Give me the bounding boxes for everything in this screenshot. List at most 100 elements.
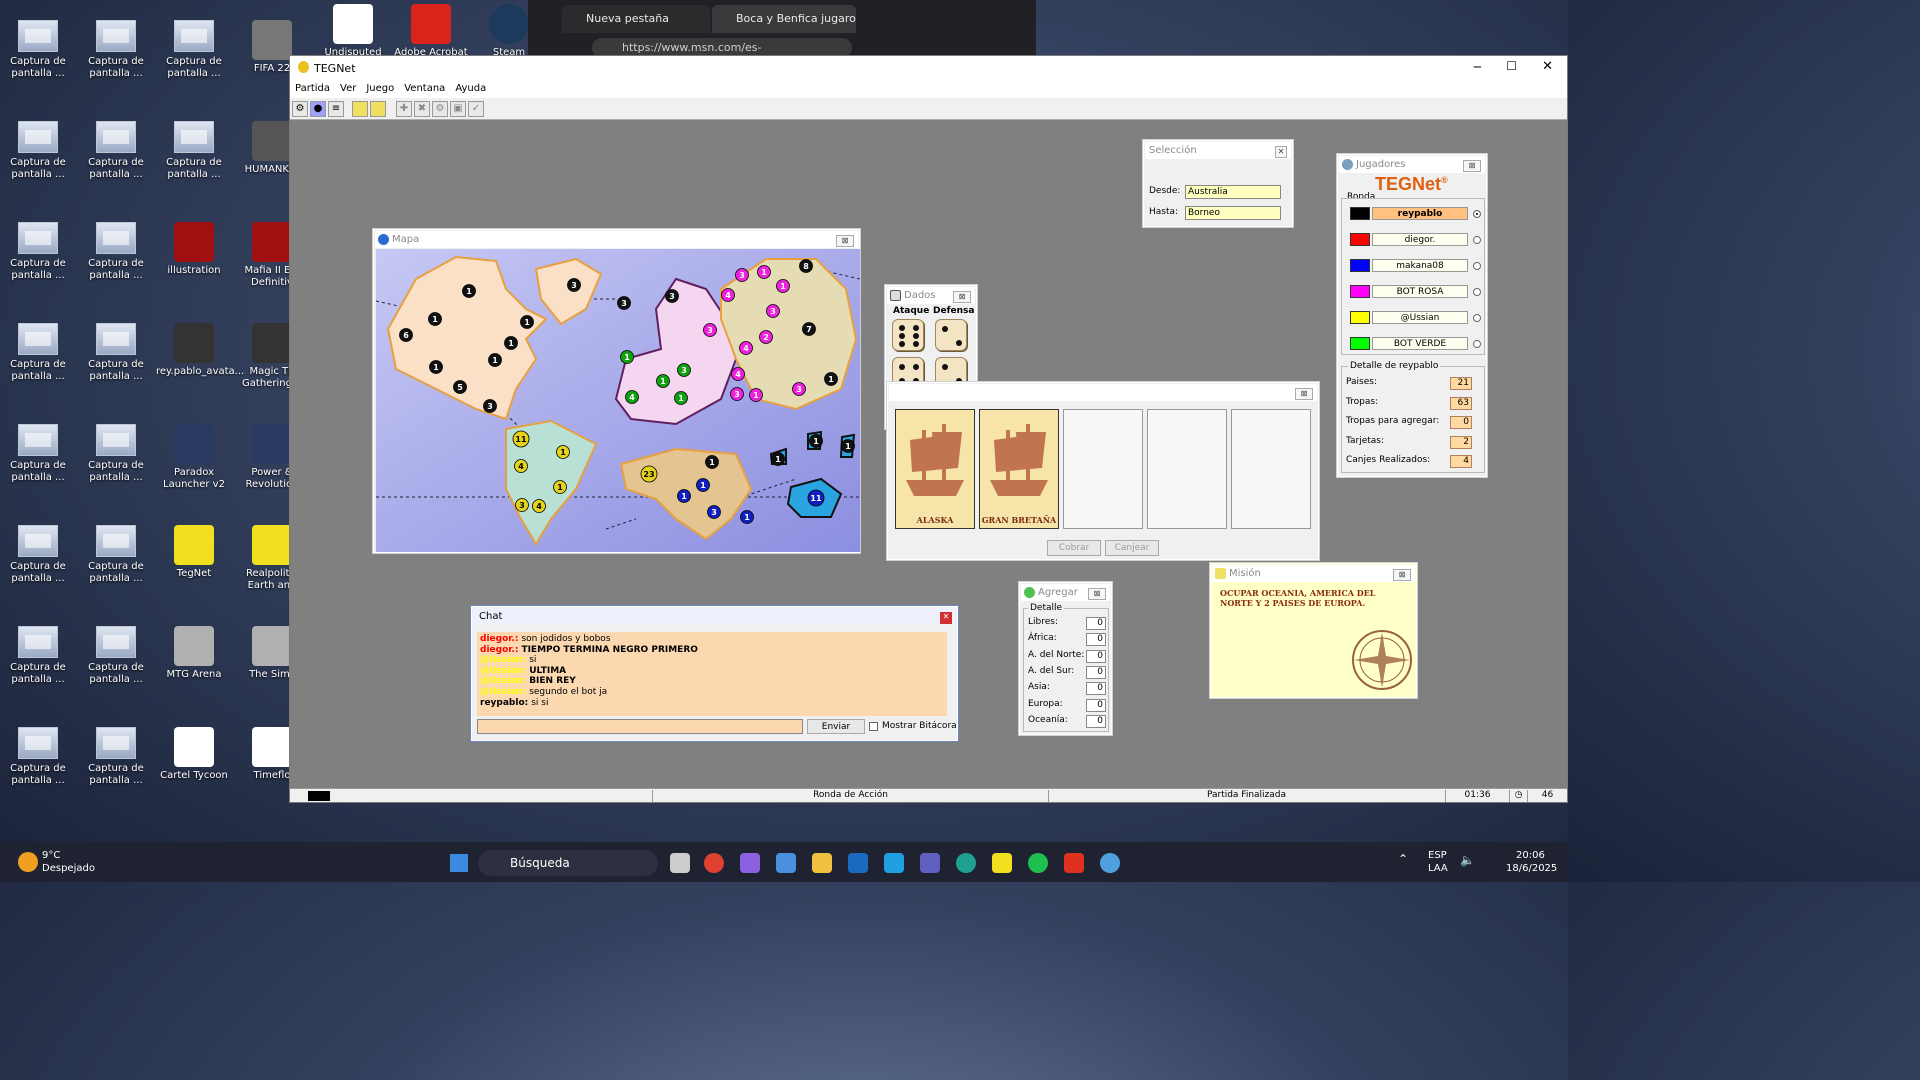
dados-close-button[interactable]: ⊠ (953, 291, 971, 303)
end-turn-icon[interactable]: ✓ (468, 101, 484, 117)
player-radio[interactable] (1473, 262, 1481, 270)
card-icon[interactable] (352, 101, 368, 117)
army-token[interactable]: 1 (656, 374, 670, 388)
canjear-button[interactable]: Canjear (1105, 540, 1159, 556)
army-token[interactable]: 4 (739, 341, 753, 355)
desktop-icon[interactable]: Paradox Launcher v2 (156, 424, 232, 491)
army-token[interactable]: 1 (705, 455, 719, 469)
add-icon[interactable]: ✚ (396, 101, 412, 117)
army-token[interactable]: 1 (504, 336, 518, 350)
chevron-up-icon[interactable]: ⌃ (1398, 852, 1408, 866)
army-token[interactable]: 1 (620, 350, 634, 364)
army-token[interactable]: 3 (707, 505, 721, 519)
outlook-icon[interactable] (848, 853, 868, 873)
clock-date[interactable]: 18/6/2025 (1506, 863, 1557, 874)
army-token[interactable]: 1 (429, 360, 443, 374)
mission-icon[interactable] (370, 101, 386, 117)
army-token[interactable]: 1 (749, 388, 763, 402)
army-token[interactable]: 7 (802, 322, 816, 336)
army-token[interactable]: 1 (553, 480, 567, 494)
desktop-icon[interactable]: Captura de pantalla ... (156, 121, 232, 181)
desktop-icon[interactable]: Captura de pantalla ... (0, 121, 76, 181)
army-token[interactable]: 1 (428, 312, 442, 326)
army-token[interactable]: 1 (696, 478, 710, 492)
army-token[interactable]: 3 (735, 268, 749, 282)
desktop-icon-acrobat[interactable]: Adobe Acrobat (393, 4, 469, 59)
volume-icon[interactable]: 🔈 (1460, 853, 1475, 867)
army-token[interactable]: 2 (759, 330, 773, 344)
close-button[interactable]: ✕ (1542, 59, 1553, 74)
tegnet-task-icon[interactable] (992, 853, 1012, 873)
army-token[interactable]: 1 (674, 391, 688, 405)
army-token[interactable]: 1 (488, 353, 502, 367)
army-token[interactable]: 3 (792, 382, 806, 396)
army-token[interactable]: 3 (730, 387, 744, 401)
tarjetas-close-button[interactable]: ⊠ (1295, 388, 1313, 400)
desktop-icon[interactable]: Cartel Tycoon (156, 727, 232, 782)
desktop-icon[interactable]: illustration (156, 222, 232, 277)
jugadores-close-button[interactable]: ⊠ (1463, 160, 1481, 172)
desktop-icon[interactable]: Captura de pantalla ... (0, 727, 76, 787)
cards-icon[interactable]: ▣ (450, 101, 466, 117)
desktop-icon[interactable]: MTG Arena (156, 626, 232, 681)
menu-partida[interactable]: Partida (290, 80, 335, 94)
player-radio[interactable] (1473, 288, 1481, 296)
desktop-icon[interactable]: Captura de pantalla ... (78, 626, 154, 686)
army-token[interactable]: 11 (512, 430, 530, 448)
globe-icon[interactable]: ● (310, 101, 326, 117)
desktop-icon[interactable]: Captura de pantalla ... (78, 323, 154, 383)
menu-ver[interactable]: Ver (335, 80, 361, 94)
enviar-button[interactable]: Enviar (807, 719, 865, 734)
desktop-icon[interactable]: Captura de pantalla ... (78, 20, 154, 80)
army-token[interactable]: 1 (556, 445, 570, 459)
lang-2[interactable]: LAA (1428, 863, 1448, 874)
army-token[interactable]: 3 (703, 323, 717, 337)
seleccion-close-button[interactable]: ✕ (1275, 146, 1287, 158)
player-radio[interactable] (1473, 236, 1481, 244)
spotify-icon[interactable] (1028, 853, 1048, 873)
chat-close-button[interactable]: ✕ (940, 612, 952, 624)
desktop-icon[interactable]: Captura de pantalla ... (0, 525, 76, 585)
chat-input[interactable] (477, 719, 803, 734)
maximize-button[interactable]: ☐ (1506, 59, 1517, 73)
mision-close-button[interactable]: ⊠ (1393, 569, 1411, 581)
todo-icon[interactable] (884, 853, 904, 873)
desktop-icon[interactable]: Captura de pantalla ... (78, 121, 154, 181)
army-token[interactable]: 8 (799, 259, 813, 273)
army-token[interactable]: 4 (731, 367, 745, 381)
list-icon[interactable]: ≡ (328, 101, 344, 117)
army-token[interactable]: 4 (514, 459, 528, 473)
card-gran-bretana[interactable]: GRAN BRETAÑA (979, 409, 1059, 529)
army-token[interactable]: 1 (740, 510, 754, 524)
desktop-icon[interactable]: rey.pablo_avata... (156, 323, 244, 378)
cobrar-button[interactable]: Cobrar (1047, 540, 1101, 556)
attack-icon[interactable]: ✖ (414, 101, 430, 117)
army-token[interactable]: 4 (532, 499, 546, 513)
desktop-icon[interactable]: Captura de pantalla ... (78, 727, 154, 787)
menu-juego[interactable]: Juego (361, 80, 399, 94)
army-token[interactable]: 3 (677, 363, 691, 377)
desktop-icon[interactable]: Captura de pantalla ... (0, 424, 76, 484)
chat-log[interactable]: diegor.: son jodidos y bobos diegor.: TIEMP… (477, 632, 947, 716)
search-box[interactable]: Búsqueda (478, 850, 658, 876)
teams-icon[interactable] (920, 853, 940, 873)
lang-1[interactable]: ESP (1428, 850, 1447, 861)
tab-new[interactable]: Nueva pestaña (562, 5, 710, 33)
desktop-icon[interactable]: Captura de pantalla ... (78, 525, 154, 585)
task-view-icon[interactable] (670, 853, 690, 873)
army-token[interactable]: 1 (771, 452, 785, 466)
army-token[interactable]: 4 (721, 288, 735, 302)
army-token[interactable]: 1 (824, 372, 838, 386)
clock-time[interactable]: 20:06 (1516, 850, 1545, 861)
army-token[interactable]: 3 (567, 278, 581, 292)
desktop-icon[interactable]: TegNet (156, 525, 232, 580)
army-token[interactable]: 23 (640, 465, 658, 483)
desktop-icon-undisputed[interactable]: Undisputed (315, 4, 391, 59)
menu-ayuda[interactable]: Ayuda (450, 80, 491, 94)
army-token[interactable]: 3 (515, 498, 529, 512)
agregar-close-button[interactable]: ⊠ (1088, 588, 1106, 600)
minimize-button[interactable]: ─ (1474, 60, 1481, 74)
army-token[interactable]: 1 (520, 315, 534, 329)
bitacora-checkbox[interactable] (869, 722, 878, 731)
desktop-icon[interactable]: Captura de pantalla ... (156, 20, 232, 80)
